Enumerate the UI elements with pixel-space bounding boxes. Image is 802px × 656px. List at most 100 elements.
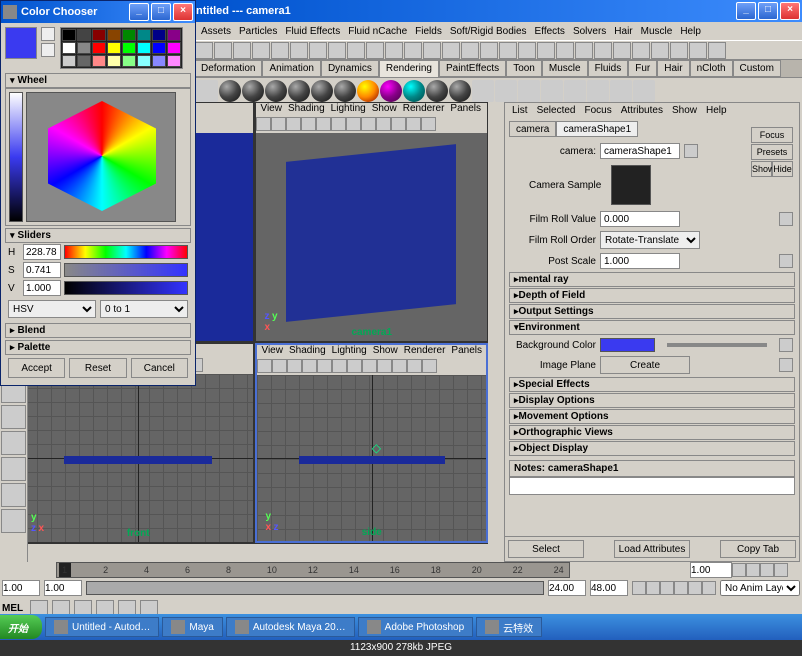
- section-movementoptions[interactable]: Movement Options: [509, 409, 795, 424]
- menu-muscle[interactable]: Muscle: [638, 26, 676, 37]
- toolbox-icon[interactable]: [1, 431, 26, 455]
- vp-icon[interactable]: [256, 117, 271, 131]
- tool-icon[interactable]: [271, 42, 289, 59]
- sliders-section[interactable]: Sliders: [5, 228, 191, 243]
- shader-sphere-icon[interactable]: [403, 80, 425, 102]
- tab-animation[interactable]: Animation: [262, 60, 320, 77]
- filmrollvalue-field[interactable]: [600, 211, 680, 227]
- tab-deformation[interactable]: Deformation: [194, 60, 262, 77]
- section-mentalray[interactable]: mental ray: [509, 272, 795, 287]
- shader-sphere-icon[interactable]: [334, 80, 356, 102]
- tool-icon[interactable]: [328, 42, 346, 59]
- palette-swatch[interactable]: [107, 55, 121, 67]
- palette-swatch[interactable]: [167, 55, 181, 67]
- loadattr-button[interactable]: Load Attributes: [614, 540, 690, 558]
- reset-button[interactable]: Reset: [69, 358, 126, 378]
- tool-icon[interactable]: [651, 42, 669, 59]
- attr-menu-attributes[interactable]: Attributes: [618, 105, 666, 117]
- shelf-icon[interactable]: [472, 80, 494, 102]
- h-field[interactable]: [23, 244, 61, 260]
- tab-muscle[interactable]: Muscle: [542, 60, 588, 77]
- shader-sphere-icon[interactable]: [426, 80, 448, 102]
- vp-icon[interactable]: [287, 359, 302, 373]
- vp-icon[interactable]: [302, 359, 317, 373]
- palette-swatch[interactable]: [92, 55, 106, 67]
- s-field[interactable]: [23, 262, 61, 278]
- tool-icon[interactable]: [689, 42, 707, 59]
- vp-icon[interactable]: [361, 117, 376, 131]
- blend-section[interactable]: Blend: [5, 323, 191, 338]
- palette-swatch[interactable]: [122, 42, 136, 54]
- palette-swatch[interactable]: [152, 42, 166, 54]
- bgcolor-swatch[interactable]: [600, 338, 655, 352]
- tool-icon[interactable]: [575, 42, 593, 59]
- h-slider[interactable]: [64, 245, 188, 259]
- tool-icon[interactable]: [442, 42, 460, 59]
- shelf-icon[interactable]: [541, 80, 563, 102]
- eyedropper-icon[interactable]: [41, 27, 55, 41]
- color-wheel[interactable]: [26, 92, 176, 222]
- toolbox-icon[interactable]: [1, 483, 26, 507]
- palette-swatch[interactable]: [152, 55, 166, 67]
- vp-icon[interactable]: [286, 117, 301, 131]
- play-icon[interactable]: [760, 563, 774, 577]
- tool-icon[interactable]: [537, 42, 555, 59]
- palette-swatch[interactable]: [77, 29, 91, 41]
- vp-icon[interactable]: [257, 359, 272, 373]
- playback-icon[interactable]: [660, 581, 674, 595]
- shelf-icon[interactable]: [518, 80, 540, 102]
- menu-help[interactable]: Help: [677, 26, 704, 37]
- map-button[interactable]: [779, 338, 793, 352]
- vp-panels[interactable]: Panels: [448, 103, 483, 117]
- tool-icon[interactable]: [366, 42, 384, 59]
- attr-tab-camerashape[interactable]: cameraShape1: [556, 121, 638, 137]
- cc-minimize-button[interactable]: _: [129, 3, 149, 21]
- arrow-icon[interactable]: [41, 43, 55, 57]
- s-slider[interactable]: [64, 263, 188, 277]
- playback-icon[interactable]: [688, 581, 702, 595]
- palette-swatch[interactable]: [92, 29, 106, 41]
- play-icon[interactable]: [746, 563, 760, 577]
- toolbox-icon[interactable]: [1, 457, 26, 481]
- attr-menu-list[interactable]: List: [509, 105, 531, 117]
- section-dof[interactable]: Depth of Field: [509, 288, 795, 303]
- vp-icon[interactable]: [272, 359, 287, 373]
- colormode-select[interactable]: HSV: [8, 300, 96, 318]
- palette-swatch[interactable]: [107, 42, 121, 54]
- vp-show[interactable]: Show: [371, 345, 400, 359]
- tab-fur[interactable]: Fur: [628, 60, 657, 77]
- palette-swatch[interactable]: [77, 42, 91, 54]
- viewport-canvas[interactable]: ◇ yx z side: [257, 375, 486, 541]
- playback-icon[interactable]: [632, 581, 646, 595]
- attr-menu-selected[interactable]: Selected: [534, 105, 579, 117]
- vp-icon[interactable]: [376, 117, 391, 131]
- copytab-button[interactable]: Copy Tab: [720, 540, 796, 558]
- v-field[interactable]: [23, 280, 61, 296]
- filmrollorder-select[interactable]: Rotate-Translate: [600, 231, 700, 249]
- tab-ncloth[interactable]: nCloth: [690, 60, 733, 77]
- shelf-icon[interactable]: [633, 80, 655, 102]
- show-button[interactable]: Show: [751, 161, 772, 177]
- hide-button[interactable]: Hide: [772, 161, 793, 177]
- attr-tab-camera[interactable]: camera: [509, 121, 556, 137]
- notes-field[interactable]: [509, 477, 795, 495]
- map-button[interactable]: [779, 212, 793, 226]
- accept-button[interactable]: Accept: [8, 358, 65, 378]
- cancel-button[interactable]: Cancel: [131, 358, 188, 378]
- start-button[interactable]: 开始: [0, 615, 42, 639]
- vp-icon[interactable]: [391, 117, 406, 131]
- tab-custom[interactable]: Custom: [733, 60, 781, 77]
- viewport-persp[interactable]: View Shading Lighting Show Renderer Pane…: [255, 102, 488, 342]
- vp-icon[interactable]: [317, 359, 332, 373]
- shader-sphere-icon[interactable]: [357, 80, 379, 102]
- playback-icon[interactable]: [674, 581, 688, 595]
- tool-icon[interactable]: [461, 42, 479, 59]
- palette-swatch[interactable]: [62, 42, 76, 54]
- v-slider[interactable]: [64, 281, 188, 295]
- shader-sphere-icon[interactable]: [242, 80, 264, 102]
- vp-shading[interactable]: Shading: [287, 345, 328, 359]
- focus-button[interactable]: Focus: [751, 137, 793, 143]
- menu-fields[interactable]: Fields: [412, 26, 445, 37]
- vp-icon[interactable]: [332, 359, 347, 373]
- menu-hair[interactable]: Hair: [611, 26, 635, 37]
